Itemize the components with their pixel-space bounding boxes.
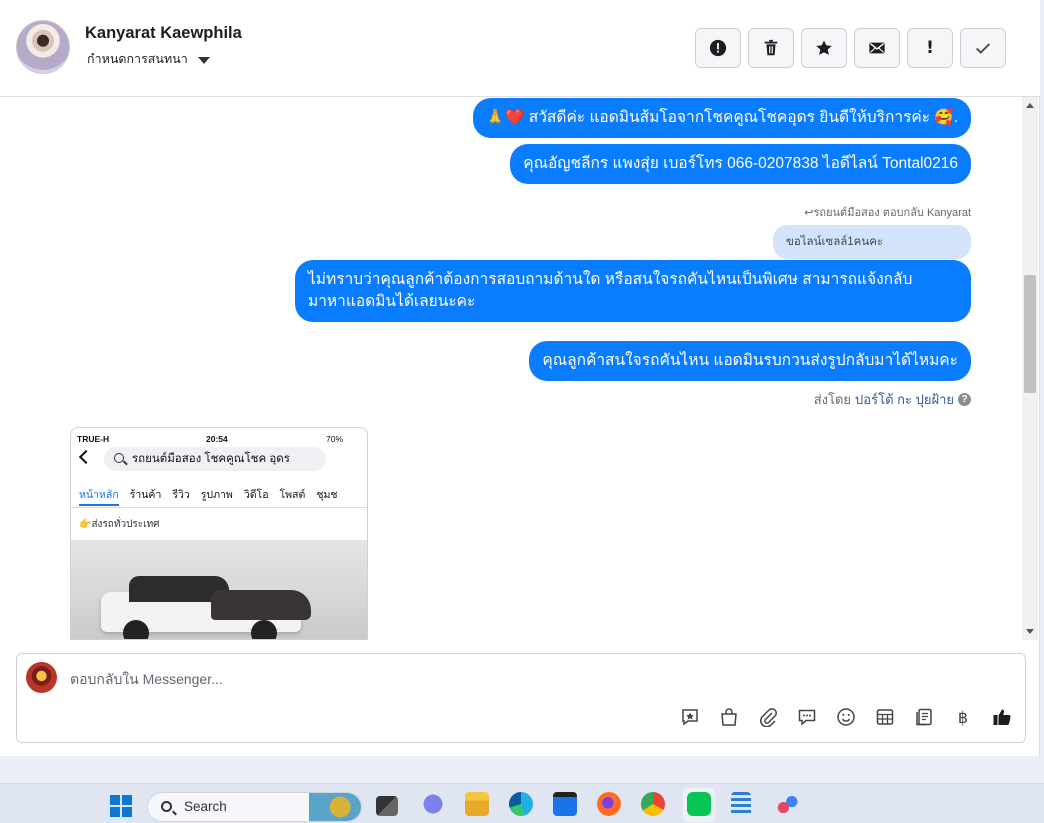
phone-tab: โพสต์ [279, 489, 306, 501]
reply-input[interactable] [70, 668, 970, 690]
phone-tab: ชุมช [316, 489, 338, 501]
info-icon[interactable]: ? [958, 393, 971, 406]
notepad-icon[interactable] [731, 792, 751, 816]
assign-label: กำหนดการสนทนา [87, 51, 188, 66]
star-button[interactable] [801, 28, 847, 68]
conversation-header: Kanyarat Kaewphila กำหนดการสนทนา ! [0, 0, 1040, 97]
sent-by-label: ส่งโดย ปอร์โต้ กะ ปุยฝ้าย ? [814, 389, 971, 410]
scroll-down-arrow-icon[interactable] [1026, 629, 1034, 634]
windows-start-icon[interactable] [110, 795, 132, 817]
phone-tab: ร้านค้า [129, 489, 162, 501]
quoted-message[interactable]: ขอไลน์เซลล์1คนคะ [773, 225, 971, 259]
taskbar-search-label: Search [184, 799, 227, 814]
divider [71, 507, 367, 508]
task-view-icon[interactable] [376, 796, 398, 816]
emoji-button[interactable] [835, 706, 857, 728]
phone-tab: วิดีโอ [243, 489, 269, 501]
back-arrow-icon [78, 449, 94, 465]
search-icon [114, 453, 124, 463]
table-button[interactable] [874, 706, 896, 728]
truck-hood [211, 590, 311, 620]
star-icon [816, 40, 832, 55]
shop-button[interactable] [718, 706, 740, 728]
firefox-icon[interactable] [597, 792, 621, 816]
done-button[interactable] [960, 28, 1006, 68]
conversation-toolbar: ! [695, 28, 1006, 68]
thumbs-up-icon [993, 709, 1011, 725]
battery-label: 70% [325, 434, 343, 444]
line-icon[interactable] [687, 792, 711, 816]
edge-icon[interactable] [509, 792, 533, 816]
message-thread[interactable]: 🙏❤️ สวัสดีค่ะ แอดมินส้มโอจากโชคคูณโชคอุด… [0, 97, 1022, 640]
note-icon [916, 708, 932, 726]
payment-button[interactable]: ฿ [952, 706, 974, 728]
chrome-icon[interactable] [641, 792, 665, 816]
assign-conversation-dropdown[interactable]: กำหนดการสนทนา [87, 49, 210, 69]
message-line: มาหาแอดมินได้เลยนะคะ [308, 293, 476, 310]
exclamation-icon: ! [926, 38, 934, 58]
file-explorer-icon[interactable] [465, 792, 489, 816]
image-attachment[interactable]: TRUE-H 20:54 70% รถยนต์มือสอง โชคคูณโชค … [70, 427, 368, 640]
trash-icon [764, 39, 778, 56]
chat-star-icon [682, 709, 698, 726]
composer-toolbar: ฿ [679, 706, 1013, 728]
store-icon[interactable] [553, 792, 577, 816]
paperclip-icon [760, 708, 777, 727]
follow-up-button[interactable]: ! [907, 28, 953, 68]
windows-taskbar: Search [0, 783, 1044, 823]
phone-time: 20:54 [206, 434, 228, 444]
mark-unread-button[interactable] [854, 28, 900, 68]
phone-tab: รีวิว [172, 489, 190, 501]
thread-scrollbar[interactable] [1022, 97, 1038, 640]
bag-icon [721, 708, 737, 726]
saved-reply-button[interactable] [679, 706, 701, 728]
alert-circle-icon [709, 39, 727, 57]
snipping-tool-icon[interactable] [775, 792, 799, 816]
caret-down-icon [197, 56, 210, 64]
speech-bubble-icon [798, 709, 816, 726]
search-highlight-icon [309, 793, 361, 821]
truck-wheel [123, 620, 149, 639]
carrier-label: TRUE-H [77, 434, 110, 444]
message-bubble[interactable]: คุณลูกค้าสนใจรถคันไหน แอดมินรบกวนส่งรูปก… [529, 341, 971, 381]
message-line: ไม่ทราบว่าคุณลูกค้าต้องการสอบถามด้านใด ห… [308, 271, 913, 288]
attach-button[interactable] [757, 706, 779, 728]
phone-tab: รูปภาพ [200, 489, 233, 501]
table-icon [876, 709, 894, 725]
contact-name[interactable]: Kanyarat Kaewphila [85, 24, 242, 43]
contact-avatar[interactable] [16, 20, 70, 74]
page-avatar [26, 662, 57, 693]
inbox-panel: Kanyarat Kaewphila กำหนดการสนทนา ! 🙏❤️ ส… [0, 0, 1040, 756]
phone-search-bar: รถยนต์มือสอง โชคคูณโชค อุดร [104, 447, 326, 471]
taskbar-search[interactable]: Search [147, 792, 362, 822]
reply-composer: ฿ [16, 653, 1026, 743]
phone-post-text: 👉ส่งรถทั่วประเทศ [79, 519, 160, 530]
sent-by-prefix: ส่งโดย [813, 392, 852, 407]
search-icon [161, 801, 172, 812]
scroll-up-arrow-icon[interactable] [1026, 103, 1034, 108]
message-bubble[interactable]: คุณอัญชลีกร แพงสุ่ย เบอร์โทร 066-0207838… [510, 144, 971, 184]
teams-icon[interactable] [421, 792, 445, 816]
check-icon [976, 43, 990, 54]
scrollbar-thumb[interactable] [1024, 275, 1036, 393]
mail-icon [869, 42, 885, 54]
message-bubble[interactable]: 🙏❤️ สวัสดีค่ะ แอดมินส้มโอจากโชคคูณโชคอุด… [472, 98, 971, 138]
quick-reply-button[interactable] [796, 706, 818, 728]
truck-wheel [251, 620, 277, 639]
emoji-icon [837, 708, 855, 726]
report-button[interactable] [695, 28, 741, 68]
like-button[interactable] [991, 706, 1013, 728]
message-bubble[interactable]: ไม่ทราบว่าคุณลูกค้าต้องการสอบถามด้านใด ห… [295, 260, 971, 322]
baht-icon: ฿ [957, 707, 969, 727]
reply-context: ↩รถยนต์มือสอง ตอบกลับ Kanyarat [804, 207, 971, 219]
truck-photo [71, 540, 367, 639]
phone-search-text: รถยนต์มือสอง โชคคูณโชค อุดร [132, 453, 290, 465]
notes-button[interactable] [913, 706, 935, 728]
delete-button[interactable] [748, 28, 794, 68]
active-tab-indicator [79, 504, 119, 506]
panel-gutter [1040, 0, 1044, 756]
phone-tab: หน้าหลัก [79, 489, 119, 501]
sent-by-name[interactable]: ปอร์โต้ กะ ปุยฝ้าย [855, 389, 954, 410]
phone-page-tabs: หน้าหลัก ร้านค้า รีวิว รูปภาพ วิดีโอ โพส… [79, 486, 338, 503]
